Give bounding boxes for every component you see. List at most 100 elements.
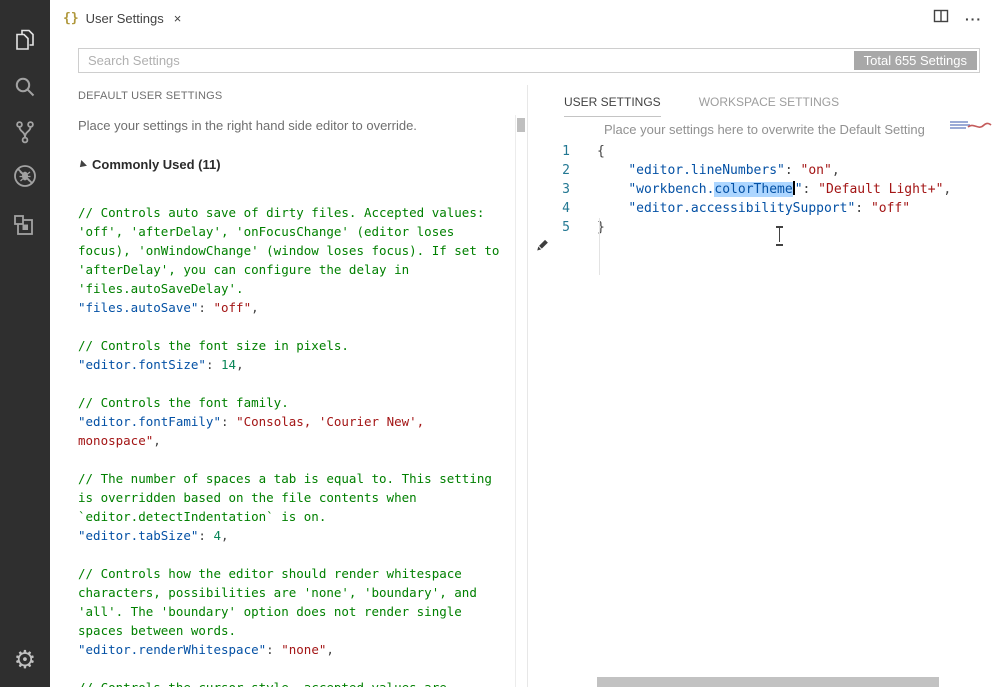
code-token: "editor.fontFamily" bbox=[78, 414, 221, 429]
user-settings-editor[interactable]: 1{2 "editor.lineNumbers": "on",3 "workbe… bbox=[528, 142, 994, 677]
activity-bar: ⚙ bbox=[0, 0, 50, 687]
code-token: "editor.accessibilitySupport" bbox=[628, 201, 855, 216]
code-token: : bbox=[198, 300, 213, 315]
code-token: "editor.fontSize" bbox=[78, 357, 206, 372]
settings-editor-content: DEFAULT USER SETTINGS Place your setting… bbox=[50, 85, 994, 687]
code-token bbox=[597, 201, 628, 216]
default-setting-entry: // Controls how the editor should render… bbox=[78, 564, 510, 659]
setting-line[interactable]: "editor.tabSize": 4, bbox=[78, 526, 510, 545]
code-token bbox=[597, 163, 628, 178]
search-icon[interactable] bbox=[11, 73, 39, 101]
more-actions-icon[interactable]: ··· bbox=[965, 11, 982, 27]
code-token bbox=[597, 182, 628, 197]
default-settings-code[interactable]: // Controls auto save of dirty files. Ac… bbox=[78, 203, 510, 687]
code-token: "files.autoSave" bbox=[78, 300, 198, 315]
editor-code-line[interactable]: 2 "editor.lineNumbers": "on", bbox=[528, 161, 994, 180]
default-settings-header: DEFAULT USER SETTINGS bbox=[78, 90, 222, 102]
overwrite-hint: Place your settings here to overwrite th… bbox=[604, 122, 925, 137]
line-number: 1 bbox=[528, 142, 570, 161]
editor-area: {} User Settings × ··· Search Settings T… bbox=[50, 0, 994, 687]
line-content: "editor.accessibilitySupport": "off" bbox=[597, 199, 910, 218]
user-settings-panel: USER SETTINGS WORKSPACE SETTINGS Place y… bbox=[528, 85, 994, 687]
settings-target-tabs: USER SETTINGS WORKSPACE SETTINGS bbox=[564, 95, 839, 117]
default-setting-entry: // Controls the font size in pixels."edi… bbox=[78, 336, 510, 374]
line-content: "editor.lineNumbers": "on", bbox=[597, 161, 840, 180]
source-control-icon[interactable] bbox=[11, 118, 39, 146]
setting-line[interactable]: "files.autoSave": "off", bbox=[78, 298, 510, 317]
settings-gear-icon[interactable]: ⚙ bbox=[11, 646, 39, 674]
commonly-used-label: Commonly Used (11) bbox=[92, 157, 221, 172]
line-number: 4 bbox=[528, 199, 570, 218]
code-token: "Default Light+" bbox=[818, 182, 943, 197]
code-token: : bbox=[198, 528, 213, 543]
default-settings-intro: Place your settings in the right hand si… bbox=[78, 118, 417, 133]
editor-code-line[interactable]: 1{ bbox=[528, 142, 994, 161]
code-token: : bbox=[785, 163, 801, 178]
edit-setting-pencil-icon[interactable] bbox=[534, 238, 549, 258]
default-setting-entry: // The number of spaces a tab is equal t… bbox=[78, 469, 510, 545]
default-setting-entry: // Controls the font family."editor.font… bbox=[78, 393, 510, 450]
close-tab-icon[interactable]: × bbox=[174, 11, 182, 26]
default-setting-entry: // Controls auto save of dirty files. Ac… bbox=[78, 203, 510, 317]
line-content: { bbox=[597, 142, 605, 161]
code-token: , bbox=[221, 528, 229, 543]
tab-title: User Settings bbox=[86, 11, 164, 26]
code-token: , bbox=[236, 357, 244, 372]
code-token: , bbox=[832, 163, 840, 178]
line-number: 2 bbox=[528, 161, 570, 180]
left-scrollbar-thumb[interactable] bbox=[517, 118, 525, 132]
split-editor-icon[interactable] bbox=[933, 8, 949, 29]
code-token: " bbox=[795, 182, 803, 197]
code-token: : bbox=[266, 642, 281, 657]
setting-line[interactable]: "editor.fontFamily": "Consolas, 'Courier… bbox=[78, 412, 510, 450]
setting-comment: // Controls the font family. bbox=[78, 393, 510, 412]
json-braces-icon: {} bbox=[63, 11, 79, 26]
code-token: { bbox=[597, 144, 605, 159]
tab-user-settings[interactable]: {} User Settings × bbox=[63, 0, 181, 37]
code-token: , bbox=[153, 433, 161, 448]
code-token: "on" bbox=[801, 163, 832, 178]
code-token: "editor.lineNumbers" bbox=[628, 163, 785, 178]
setting-comment: // Controls the font size in pixels. bbox=[78, 336, 510, 355]
files-icon[interactable] bbox=[11, 26, 39, 54]
code-token: "workbench. bbox=[628, 182, 714, 197]
code-token: "off" bbox=[213, 300, 251, 315]
editor-code-line[interactable]: 4 "editor.accessibilitySupport": "off" bbox=[528, 199, 994, 218]
tab-workspace-settings-target[interactable]: WORKSPACE SETTINGS bbox=[699, 95, 839, 117]
code-token: "editor.renderWhitespace" bbox=[78, 642, 266, 657]
tab-bar: {} User Settings × ··· bbox=[50, 0, 994, 37]
commonly-used-section-header[interactable]: Commonly Used (11) bbox=[78, 157, 221, 172]
code-token: "none" bbox=[281, 642, 326, 657]
setting-comment: // The number of spaces a tab is equal t… bbox=[78, 469, 510, 526]
editor-horizontal-scrollbar[interactable] bbox=[597, 677, 939, 687]
line-number: 5 bbox=[528, 218, 570, 237]
code-token: , bbox=[943, 182, 951, 197]
editor-code-line[interactable]: 5} bbox=[528, 218, 994, 237]
indent-guide bbox=[599, 218, 600, 275]
editor-actions: ··· bbox=[933, 0, 982, 37]
code-token: "off" bbox=[871, 201, 910, 216]
search-placeholder: Search Settings bbox=[88, 49, 180, 72]
code-token: : bbox=[855, 201, 871, 216]
setting-comment: // Controls how the editor should render… bbox=[78, 564, 510, 640]
setting-line[interactable]: "editor.fontSize": 14, bbox=[78, 355, 510, 374]
mouse-ibeam-cursor bbox=[776, 226, 783, 242]
editor-code-line[interactable]: 3 "workbench.colorTheme": "Default Light… bbox=[528, 180, 994, 199]
settings-count-badge: Total 655 Settings bbox=[854, 51, 977, 70]
code-token: 14 bbox=[221, 357, 236, 372]
code-token: , bbox=[251, 300, 259, 315]
left-panel-scrollbar[interactable] bbox=[515, 115, 525, 687]
debug-icon[interactable] bbox=[11, 162, 39, 190]
tab-user-settings-target[interactable]: USER SETTINGS bbox=[564, 95, 661, 117]
line-content: "workbench.colorTheme": "Default Light+"… bbox=[597, 180, 951, 199]
setting-comment: // Controls auto save of dirty files. Ac… bbox=[78, 203, 510, 298]
render-artifact bbox=[948, 118, 992, 137]
code-token: "editor.tabSize" bbox=[78, 528, 198, 543]
extensions-icon[interactable] bbox=[11, 212, 39, 240]
settings-search-input[interactable]: Search Settings Total 655 Settings bbox=[78, 48, 980, 73]
code-token: : bbox=[206, 357, 221, 372]
code-token: , bbox=[326, 642, 334, 657]
default-settings-panel: DEFAULT USER SETTINGS Place your setting… bbox=[50, 85, 527, 687]
setting-line[interactable]: "editor.renderWhitespace": "none", bbox=[78, 640, 510, 659]
partial-comment: // Controls the cursor style, accepted v… bbox=[78, 678, 510, 687]
